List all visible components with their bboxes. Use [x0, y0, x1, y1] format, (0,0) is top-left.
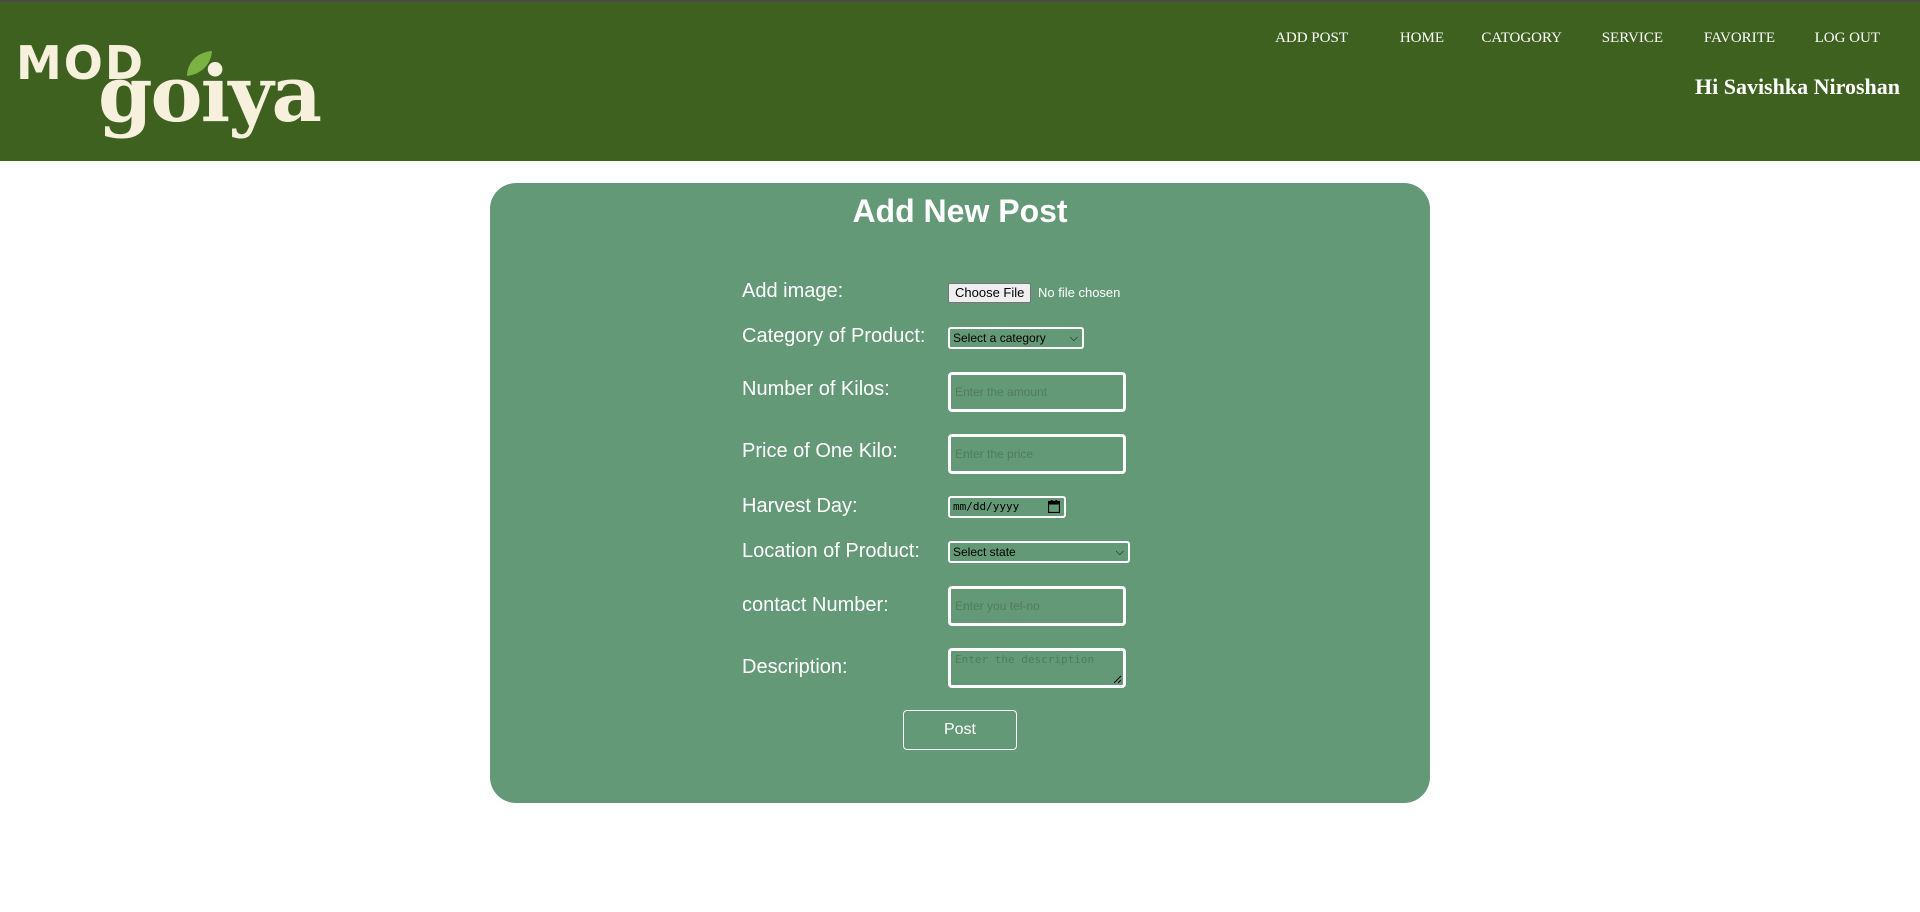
- harvest-date-input[interactable]: mm/dd/yyyy: [948, 496, 1066, 518]
- nav-home[interactable]: HOME: [1400, 30, 1444, 47]
- nav-add-post[interactable]: ADD POST: [1275, 30, 1348, 47]
- nav-favorite[interactable]: FAVORITE: [1704, 30, 1775, 47]
- nav-service[interactable]: SERVICE: [1602, 30, 1663, 47]
- date-placeholder: mm/dd/yyyy: [953, 500, 1020, 513]
- user-greeting: Hi Savishka Niroshan: [1694, 74, 1900, 99]
- chevron-down-icon: ⌵: [1115, 546, 1124, 558]
- location-label: Location of Product:: [742, 540, 920, 562]
- location-selected-value: Select state: [953, 545, 1016, 559]
- category-selected-value: Select a category: [953, 331, 1046, 345]
- nav-log-out[interactable]: LOG OUT: [1815, 30, 1880, 47]
- choose-file-button[interactable]: Choose File: [948, 283, 1032, 303]
- kilos-label: Number of Kilos:: [742, 378, 890, 400]
- contact-label: contact Number:: [742, 594, 889, 616]
- category-label: Category of Product:: [742, 325, 926, 347]
- description-textarea[interactable]: Enter the description: [948, 648, 1126, 688]
- location-select[interactable]: Select state ⌵: [948, 541, 1130, 563]
- header-bar: MOD goiya ADD POST HOME CATOGORY SERVICE…: [0, 0, 1920, 161]
- chevron-down-icon: ⌵: [1069, 332, 1078, 344]
- post-button[interactable]: Post: [903, 710, 1017, 750]
- description-placeholder: Enter the description: [955, 653, 1095, 666]
- resize-grip-icon[interactable]: [1113, 675, 1122, 684]
- calendar-icon[interactable]: [1048, 500, 1060, 513]
- category-select[interactable]: Select a category ⌵: [948, 327, 1084, 349]
- price-input[interactable]: Enter the price: [948, 434, 1126, 474]
- contact-number-input[interactable]: Enter you tel-no: [948, 586, 1126, 626]
- harvest-label: Harvest Day:: [742, 495, 858, 517]
- logo-text-goiya: goiya: [98, 49, 322, 140]
- file-status-text: No file chosen: [1038, 285, 1121, 300]
- kilos-input[interactable]: Enter the amount: [948, 372, 1126, 412]
- price-label: Price of One Kilo:: [742, 440, 898, 462]
- brand-logo[interactable]: MOD goiya: [16, 36, 322, 148]
- description-label: Description:: [742, 656, 848, 678]
- form-title: Add New Post: [852, 193, 1068, 229]
- nav-category[interactable]: CATOGORY: [1481, 30, 1562, 47]
- image-label: Add image:: [742, 280, 844, 302]
- add-post-form: Add New Post Add image: Choose File No f…: [490, 183, 1430, 803]
